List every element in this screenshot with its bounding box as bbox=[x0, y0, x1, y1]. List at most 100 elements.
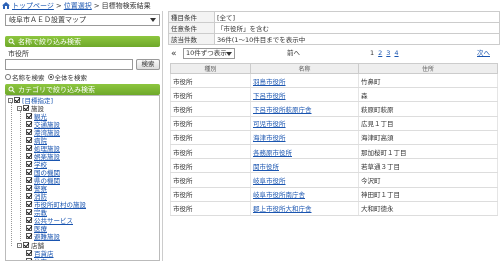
tree-checkbox[interactable] bbox=[23, 105, 29, 111]
cell-name: 下呂市役所 bbox=[250, 87, 359, 103]
search-button[interactable]: 検索 bbox=[136, 59, 160, 70]
tree-checkbox[interactable] bbox=[26, 201, 32, 207]
tree-checkbox[interactable] bbox=[26, 169, 32, 175]
cell-address: 神田町１丁目 bbox=[358, 187, 498, 202]
tree-checkbox[interactable] bbox=[26, 113, 32, 119]
result-name-link[interactable]: 各務原市役所 bbox=[253, 149, 292, 157]
collapse-panel-button[interactable]: « bbox=[171, 48, 177, 60]
cell-address: 若草通３丁目 bbox=[358, 158, 498, 174]
condition-value: [全て] bbox=[214, 11, 500, 23]
tree-checkbox[interactable] bbox=[26, 137, 32, 143]
cell-name: 羽島市役所 bbox=[250, 73, 359, 89]
radio-name-search[interactable] bbox=[5, 74, 11, 80]
condition-row: 任意条件 「市役所」を含む bbox=[168, 22, 500, 34]
tree-checkbox[interactable] bbox=[23, 242, 29, 248]
magnifier-icon bbox=[8, 86, 15, 93]
tree-checkbox[interactable] bbox=[26, 121, 32, 127]
page-link[interactable]: 4 bbox=[394, 48, 398, 59]
result-name-link[interactable]: 羽島市役所 bbox=[253, 78, 286, 86]
cell-type: 市役所 bbox=[170, 130, 251, 145]
magnifier-icon bbox=[8, 38, 15, 45]
cell-type: 市役所 bbox=[170, 144, 251, 160]
table-row: 市役所 各務原市役所 那加桜町１丁目 bbox=[170, 144, 498, 160]
tree-checkbox[interactable] bbox=[26, 209, 32, 215]
tree-checkbox[interactable] bbox=[26, 250, 32, 256]
cell-name: 下呂市役所萩原庁舎 bbox=[250, 101, 359, 117]
result-name-link[interactable]: 可児市役所 bbox=[253, 120, 286, 128]
tree-checkbox[interactable] bbox=[26, 129, 32, 135]
category-search-header: カテゴリで絞り込み検索 bbox=[5, 84, 160, 95]
radio-all-search[interactable] bbox=[47, 74, 54, 80]
cell-name: 郡上市役所大和庁舎 bbox=[250, 201, 359, 216]
tree-checkbox[interactable] bbox=[26, 217, 32, 223]
cell-type: 市役所 bbox=[170, 172, 251, 188]
table-row: 市役所 岐阜市役所南庁舎 神田町１丁目 bbox=[170, 187, 498, 202]
tree-toggle[interactable]: - bbox=[17, 105, 22, 111]
result-name-link[interactable]: 郡上市役所大和庁舎 bbox=[253, 205, 312, 213]
breadcrumb-home-link[interactable]: トップページ bbox=[12, 1, 54, 11]
results-panel: 種目条件 [全て] 任意条件 「市役所」を含む 該当件数 36件(1〜10件目ま… bbox=[168, 11, 500, 261]
table-row: 市役所 可児市役所 広見１丁目 bbox=[170, 116, 498, 131]
tree-checkbox[interactable] bbox=[26, 233, 32, 239]
breadcrumb-position-link[interactable]: 位置選択 bbox=[64, 1, 92, 11]
tree-guide-line bbox=[11, 103, 12, 246]
cell-type: 市役所 bbox=[170, 187, 251, 202]
map-select-value: 岐阜市ＡＥＤ設置マップ bbox=[9, 16, 86, 24]
next-page-link[interactable]: 次へ bbox=[477, 48, 490, 59]
cell-address: 広見１丁目 bbox=[358, 116, 498, 131]
tree-checkbox[interactable] bbox=[26, 185, 32, 191]
condition-value: 36件(1〜10件目までを表示中 bbox=[214, 33, 500, 45]
column-header: 名称 bbox=[250, 63, 359, 74]
result-name-link[interactable]: 下呂市役所萩原庁舎 bbox=[253, 106, 312, 114]
table-row: 市役所 海津市役所 海津町高須 bbox=[170, 130, 498, 145]
tree-checkbox[interactable] bbox=[26, 177, 32, 183]
cell-name: 岐阜市役所 bbox=[250, 172, 359, 188]
tree-checkbox[interactable] bbox=[14, 97, 20, 103]
tree-checkbox[interactable] bbox=[26, 161, 32, 167]
result-name-link[interactable]: 岐阜市役所南庁舎 bbox=[253, 191, 305, 199]
condition-value: 「市役所」を含む bbox=[214, 22, 500, 34]
page-link[interactable]: 3 bbox=[386, 48, 390, 59]
condition-key: 種目条件 bbox=[168, 11, 215, 23]
table-row: 市役所 関市役所 若草通３丁目 bbox=[170, 158, 498, 174]
column-header: 住所 bbox=[358, 63, 498, 74]
tree-checkbox[interactable] bbox=[26, 145, 32, 151]
cell-type: 市役所 bbox=[170, 158, 251, 174]
keyword-search-header: 名称で絞り込み検索 bbox=[5, 36, 160, 47]
cell-address: 海津町高須 bbox=[358, 130, 498, 145]
page-current: 1 bbox=[370, 49, 375, 57]
result-name-link[interactable]: 岐阜市役所 bbox=[253, 177, 286, 185]
result-name-link[interactable]: 下呂市役所 bbox=[253, 92, 286, 100]
tree-checkbox[interactable] bbox=[26, 153, 32, 159]
table-row: 市役所 郡上市役所大和庁舎 大和町徳永 bbox=[170, 201, 498, 216]
tree-leaf: 住宅 bbox=[26, 256, 47, 260]
keyword-input-label: 市役所 bbox=[8, 50, 29, 58]
prev-page-label: 前へ bbox=[287, 49, 300, 57]
cell-address: 那加桜町１丁目 bbox=[358, 144, 498, 160]
keyword-search-title: 名称で絞り込み検索 bbox=[18, 37, 81, 46]
table-row: 市役所 羽島市役所 竹鼻町 bbox=[170, 73, 498, 89]
tree-guide-line bbox=[20, 111, 21, 241]
breadcrumb-current: 目標物検索結果 bbox=[101, 1, 151, 10]
page-links: 1 2 3 4 bbox=[370, 48, 399, 59]
table-row: 市役所 岐阜市役所 今沢町 bbox=[170, 172, 498, 188]
cell-address: 森 bbox=[358, 87, 498, 103]
tree-checkbox[interactable] bbox=[26, 225, 32, 231]
page-link[interactable]: 2 bbox=[378, 48, 382, 59]
tree-checkbox[interactable] bbox=[26, 193, 32, 199]
map-select[interactable]: 岐阜市ＡＥＤ設置マップ bbox=[5, 14, 160, 26]
keyword-input[interactable] bbox=[5, 59, 133, 70]
per-page-select[interactable]: 10件ずつ表示 bbox=[183, 48, 235, 59]
tree-toggle[interactable]: - bbox=[17, 242, 22, 248]
result-name-link[interactable]: 関市役所 bbox=[253, 163, 279, 171]
cell-address: 竹鼻町 bbox=[358, 73, 498, 89]
cell-name: 各務原市役所 bbox=[250, 144, 359, 160]
chevron-down-icon bbox=[226, 52, 232, 56]
cell-type: 市役所 bbox=[170, 201, 251, 216]
result-name-link[interactable]: 海津市役所 bbox=[253, 134, 286, 142]
search-mode-radios: 名称を検索 全体を検索 bbox=[5, 72, 87, 82]
tree-toggle[interactable]: - bbox=[8, 97, 13, 103]
tree-leaf-label[interactable]: 住宅 bbox=[34, 256, 47, 260]
tree-leaf: 避難施設 bbox=[26, 232, 60, 241]
column-header: 種別 bbox=[170, 63, 251, 74]
